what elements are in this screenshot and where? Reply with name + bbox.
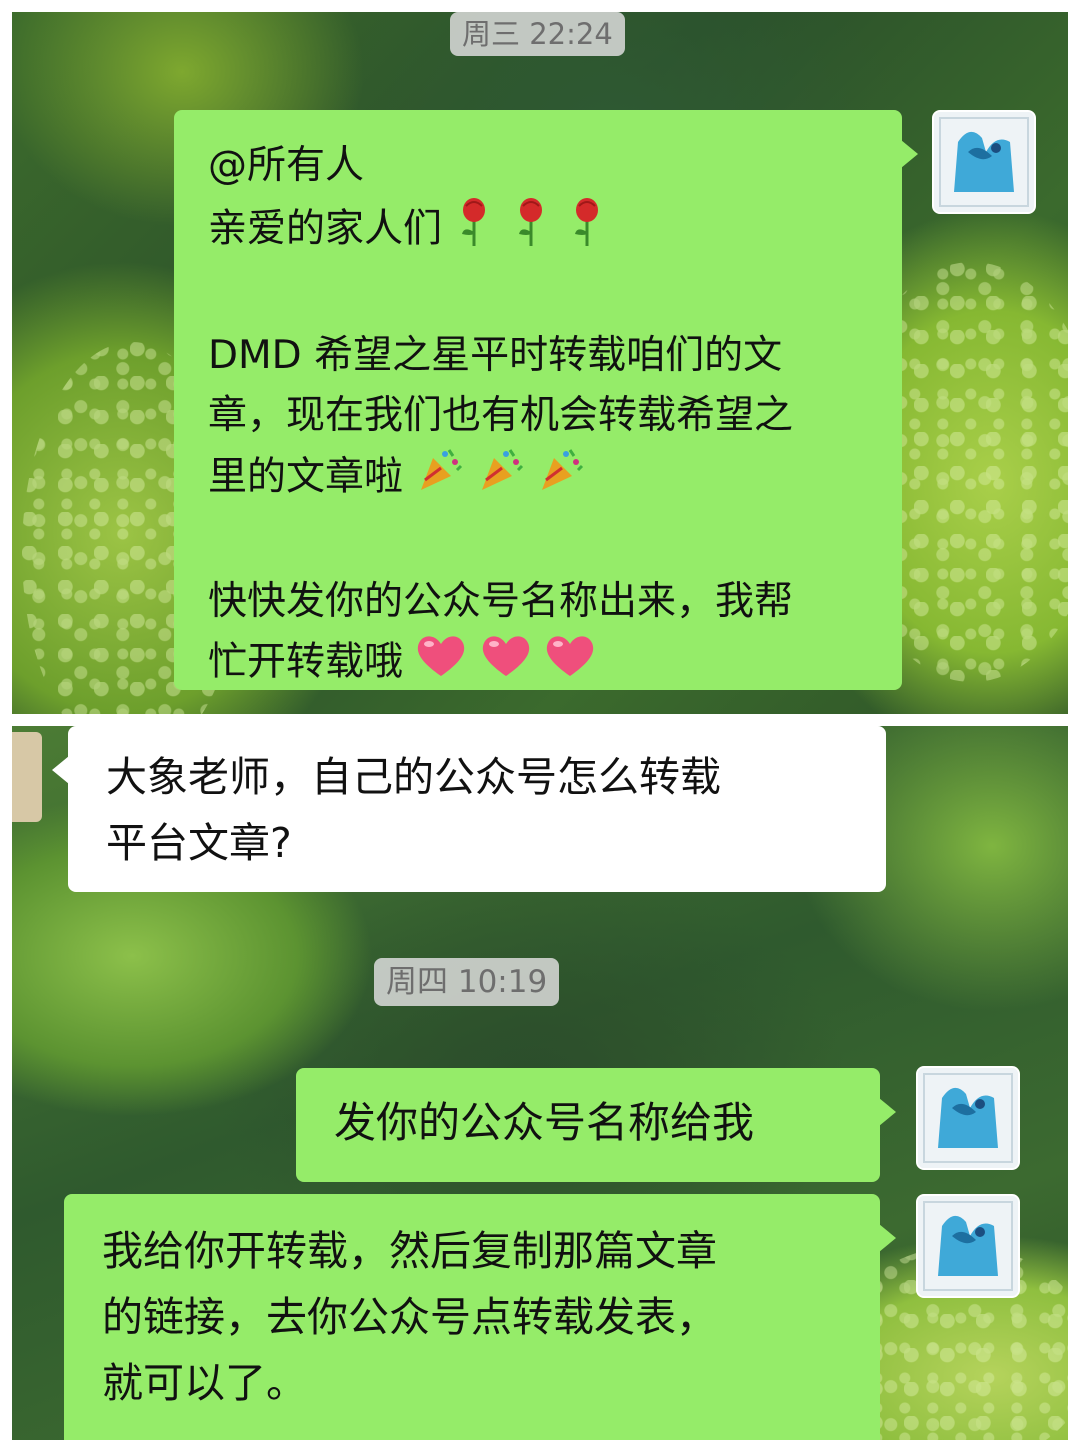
message-line: 的链接，去你公众号点转载发表， [102,1293,717,1341]
message-text: 里的文章啦 [208,454,404,500]
message-line: 里的文章啦 [208,446,872,512]
peer-avatar[interactable] [12,732,42,822]
message-line: 发你的公众号名称给我 [334,1098,755,1147]
message-line: 我给你开转载，然后复制那篇文章 [102,1227,717,1275]
sender-avatar[interactable] [932,110,1036,214]
party-popper-icon [415,446,463,512]
message-line: @所有人 [208,143,365,188]
chat-screenshot-top: 周三 22:24 @所有人 亲爱的家人们 DMD 希望之星平时转载咱们的文 章，… [12,12,1068,714]
party-popper-icon [536,446,584,512]
message-line: 平台文章? [106,819,292,867]
message-line: 大象老师，自己的公众号怎么转载 [106,753,721,801]
rose-icon [511,196,555,266]
message-line: 就可以了。 [102,1359,307,1407]
timestamp: 周四 10:19 [374,958,560,1006]
message-text: 忙开转载哦 [208,639,404,685]
message-line-blank [208,512,872,572]
message-line: 快快发你的公众号名称出来，我帮 [208,579,794,624]
message-line-blank [208,266,872,326]
reply-bubble-2[interactable]: 我给你开转载，然后复制那篇文章 的链接，去你公众号点转载发表， 就可以了。 [64,1194,896,1440]
avatar-image-icon [918,1196,1018,1296]
sender-avatar[interactable] [916,1066,1020,1170]
message-line: 亲爱的家人们 [208,196,872,266]
rose-icon [567,196,611,266]
timestamp: 周三 22:24 [450,12,625,56]
chat-screenshot-bottom: 大象老师，自己的公众号怎么转载 平台文章? 周四 10:19 发你的公众号名称给… [12,726,1068,1440]
message-line: DMD 希望之星平时转载咱们的文 [208,333,783,378]
rose-icon [454,196,498,266]
message-text: 亲爱的家人们 [208,206,443,252]
peer-message-bubble[interactable]: 大象老师，自己的公众号怎么转载 平台文章? [52,726,886,892]
sender-avatar[interactable] [916,1194,1020,1298]
heart-icon [480,632,532,696]
message-bubble-announcement[interactable]: @所有人 亲爱的家人们 DMD 希望之星平时转载咱们的文 章，现在我们也有机会转… [174,110,918,690]
party-popper-icon [476,446,524,512]
avatar-image-icon [934,112,1034,212]
message-line: 章，现在我们也有机会转载希望之 [208,393,794,438]
heart-icon [415,632,467,696]
avatar-image-icon [918,1068,1018,1168]
reply-bubble-1[interactable]: 发你的公众号名称给我 [296,1068,896,1182]
heart-icon [544,632,596,696]
message-line: 忙开转载哦 [208,632,872,696]
